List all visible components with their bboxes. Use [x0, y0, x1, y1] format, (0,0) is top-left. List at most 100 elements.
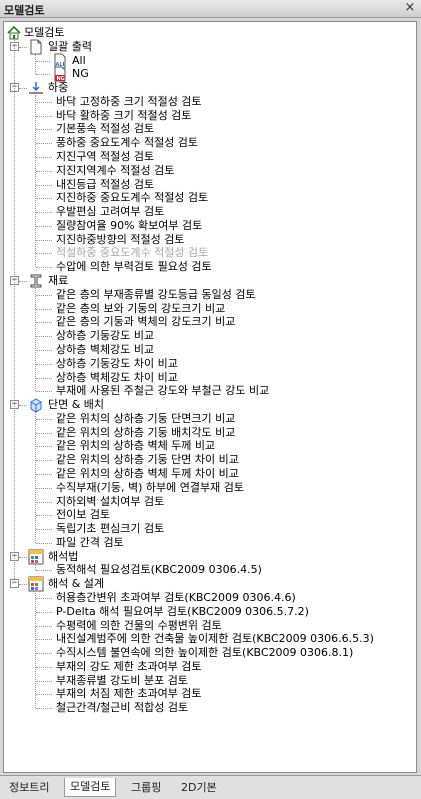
tree-item[interactable]: 풍하중 중요도계수 적절성 검토 — [4, 136, 414, 150]
tree-group[interactable]: − 해석법 — [4, 549, 414, 565]
panel-titlebar: 모델검토 × — [0, 0, 421, 18]
tree-item[interactable]: 같은 층의 부재종류별 강도등급 동일성 검토 — [4, 288, 414, 302]
tree-item-label: 같은 층의 보와 기둥의 강도크기 비교 — [56, 301, 226, 315]
tree-item[interactable]: 질량참여율 90% 확보여부 검토 — [4, 219, 414, 233]
tree-connector — [36, 611, 52, 613]
close-icon[interactable]: × — [403, 1, 417, 15]
tree-item-label: 수직시스템 불연속에 의한 높이제한 검토(KBC2009 0306.8.1) — [56, 646, 354, 660]
tree-connector — [36, 432, 52, 434]
tree-item[interactable]: 지진하중 중요도계수 적절성 검토 — [4, 191, 414, 205]
tree-item[interactable]: 독립기초 편심크기 검토 — [4, 522, 414, 536]
tree-connector — [36, 666, 52, 668]
tree-connector — [36, 680, 52, 682]
analysis-icon — [28, 549, 44, 565]
tree-item-label: 풍하중 중요도계수 적절성 검토 — [56, 136, 199, 150]
tree-connector — [19, 405, 27, 407]
tree-item[interactable]: 상하층 벽체강도 차이 비교 — [4, 371, 414, 385]
tree-item[interactable]: 부재의 강도 제한 초과여부 검토 — [4, 660, 414, 674]
tree-item-label: 같은 층의 기둥과 벽체의 강도크기 비교 — [56, 315, 236, 329]
tree-item[interactable]: 부재의 처짐 제한 초과여부 검토 — [4, 687, 414, 701]
tree-group-label: 단면 & 배치 — [48, 398, 105, 412]
tree-item-label: 부재의 강도 제한 초과여부 검토 — [56, 659, 202, 673]
model-review-tree[interactable]: 모델검토 − 일괄 출력 ALL All NG NG − 하중 바닥 고정하중 크기 적절성 검토… — [3, 21, 417, 773]
tree-item-label: 상하층 기둥강도 차이 비교 — [56, 356, 178, 370]
tree-item[interactable]: 부재에 사용된 주철근 강도와 부철근 강도 비교 — [4, 384, 414, 398]
tree-item[interactable]: 지진하중방향의 적절성 검토 — [4, 233, 414, 247]
tree-connector — [36, 294, 52, 296]
tree-connector — [19, 46, 27, 48]
tree-item-label: P-Delta 해석 필요여부 검토(KBC2009 0306.5.7.2) — [56, 604, 309, 618]
tree-connector — [35, 591, 36, 709]
bottom-tab-bar: 정보트리 모델검토 그룹핑 2D기본 — [0, 775, 421, 799]
tree-connector — [36, 129, 52, 131]
tree-item-label: 내진설계범주에 의한 건축물 높이제한 검토(KBC2009 0306.6.5.… — [56, 632, 374, 646]
tree-item[interactable]: 전이보 검토 — [4, 508, 414, 522]
tree-item[interactable]: 지하외벽 설치여부 검토 — [4, 495, 414, 509]
design-icon — [28, 576, 44, 592]
tree-connector — [36, 501, 52, 503]
tree-connector — [36, 212, 52, 214]
tree-item[interactable]: 파일 간격 검토 — [4, 536, 414, 550]
tree-item[interactable]: 바닥 활하중 크기 적절성 검토 — [4, 109, 414, 123]
tree-group[interactable]: − 해석 & 설계 — [4, 576, 414, 592]
tree-connector — [36, 625, 52, 627]
tree-connector — [36, 157, 52, 159]
tree-item[interactable]: 같은 위치의 상하층 기둥 단면크기 비교 — [4, 412, 414, 426]
tree-item[interactable]: 우발편심 고려여부 검토 — [4, 205, 414, 219]
tree-connector — [36, 694, 52, 696]
tree-connector — [36, 170, 52, 172]
collapse-toggle-icon[interactable]: − — [10, 579, 19, 589]
tree-item[interactable]: 같은 위치의 상하층 벽체 두께 비교 — [4, 439, 414, 453]
tree-item[interactable]: 상하층 기둥강도 차이 비교 — [4, 357, 414, 371]
tree-item[interactable]: 같은 위치의 상하층 기둥 배치각도 비교 — [4, 426, 414, 440]
tree-group-label: 해석법 — [48, 549, 79, 563]
tree-item[interactable]: 동적해석 필요성검토(KBC2009 0306.4.5) — [4, 563, 414, 577]
tree-item[interactable]: 같은 위치의 상하층 벽체 두께 차이 비교 — [4, 467, 414, 481]
tree-group[interactable]: − 단면 & 배치 — [4, 398, 414, 413]
tree-connector — [36, 225, 52, 227]
tab-2[interactable]: 모델검토 — [64, 778, 117, 797]
tree-item[interactable]: 같은 위치의 상하층 기둥 단면 차이 비교 — [4, 453, 414, 467]
tab-3[interactable]: 그룹핑 — [126, 779, 166, 796]
tree-item[interactable]: 바닥 고정하중 크기 적절성 검토 — [4, 95, 414, 109]
tree-root[interactable]: 모델검토 — [4, 25, 414, 40]
tree-item[interactable]: 수압에 의한 부력검토 필요성 검토 — [4, 260, 414, 274]
tree-item[interactable]: P-Delta 해석 필요여부 검토(KBC2009 0306.5.7.2) — [4, 605, 414, 619]
tree-item[interactable]: 적설하중 중요도계수 적절성 검토 — [4, 246, 414, 260]
tree-connector — [36, 529, 52, 531]
tree-connector — [36, 322, 52, 324]
tree-item[interactable]: 같은 층의 기둥과 벽체의 강도크기 비교 — [4, 315, 414, 329]
tree-item-label: 동적해석 필요성검토(KBC2009 0306.4.5) — [56, 563, 262, 577]
tree-group[interactable]: − 재료 — [4, 274, 414, 288]
tree-item[interactable]: 기본풍속 적절성 검토 — [4, 122, 414, 136]
tab-1[interactable]: 정보트리 — [4, 779, 54, 796]
tree-item[interactable]: 같은 층의 보와 기둥의 강도크기 비교 — [4, 302, 414, 316]
tree-item[interactable]: 상하층 기둥강도 비교 — [4, 329, 414, 343]
tree-item-label: 적설하중 중요도계수 적절성 검토 — [56, 246, 209, 260]
tree-connector — [36, 473, 52, 475]
tree-item[interactable]: 수직부재(기둥, 벽) 하부에 연결부재 검토 — [4, 481, 414, 495]
tree-group[interactable]: − 하중 — [4, 81, 414, 95]
tree-connector — [36, 460, 52, 462]
tree-item[interactable]: 철근간격/철근비 적합성 검토 — [4, 701, 414, 715]
tree-item[interactable]: 수직시스템 불연속에 의한 높이제한 검토(KBC2009 0306.8.1) — [4, 646, 414, 660]
tree-connector — [36, 349, 52, 351]
tree-item-label: 지진구역 적절성 검토 — [56, 150, 155, 164]
tree-item-label: 철근간격/철근비 적합성 검토 — [56, 701, 189, 715]
tree-item[interactable]: 부재종류별 강도비 분포 검토 — [4, 674, 414, 688]
tree-group-label: 하중 — [48, 81, 69, 95]
tree-connector — [19, 584, 27, 586]
tree-item[interactable]: 내진등급 적절성 검토 — [4, 178, 414, 192]
document-icon — [28, 39, 44, 55]
tree-item-label: 허용층간변위 초과여부 검토(KBC2009 0306.4.6) — [56, 590, 296, 604]
tree-item[interactable]: 수평력에 의한 건물의 수평변위 검토 — [4, 619, 414, 633]
tree-item[interactable]: 지진구역 적절성 검토 — [4, 150, 414, 164]
tree-item[interactable]: 내진설계범주에 의한 건축물 높이제한 검토(KBC2009 0306.6.5.… — [4, 632, 414, 646]
tree-connector — [36, 198, 52, 200]
tree-item[interactable]: 지진지역계수 적절성 검토 — [4, 164, 414, 178]
tree-item[interactable]: NG NG — [4, 66, 414, 82]
tree-item[interactable]: 상하층 벽체강도 비교 — [4, 343, 414, 357]
tab-4[interactable]: 2D기본 — [176, 779, 222, 796]
tree-item[interactable]: 허용층간변위 초과여부 검토(KBC2009 0306.4.6) — [4, 591, 414, 605]
tree-connector — [36, 363, 52, 365]
